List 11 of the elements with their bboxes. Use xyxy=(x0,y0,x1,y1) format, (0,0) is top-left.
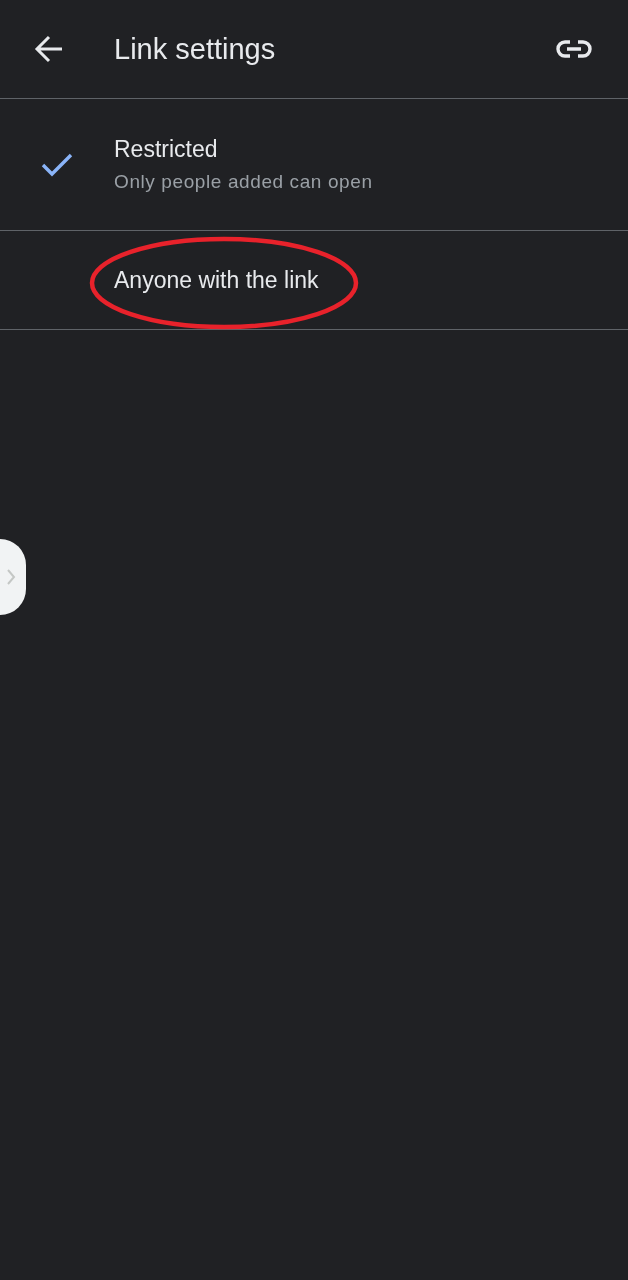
option-subtitle: Only people added can open xyxy=(114,171,373,193)
option-row[interactable]: Anyone with the link xyxy=(0,231,628,330)
back-arrow-icon xyxy=(34,35,64,63)
checkmark-icon xyxy=(41,152,73,177)
page-title: Link settings xyxy=(114,32,277,66)
edge-panel-handle[interactable] xyxy=(0,539,26,615)
chevron-right-icon xyxy=(6,568,16,586)
option-row[interactable]: Restricted Only people added can open xyxy=(0,99,628,231)
option-title: Restricted xyxy=(114,136,219,163)
option-title: Anyone with the link xyxy=(114,266,319,294)
link-icon xyxy=(556,39,592,59)
